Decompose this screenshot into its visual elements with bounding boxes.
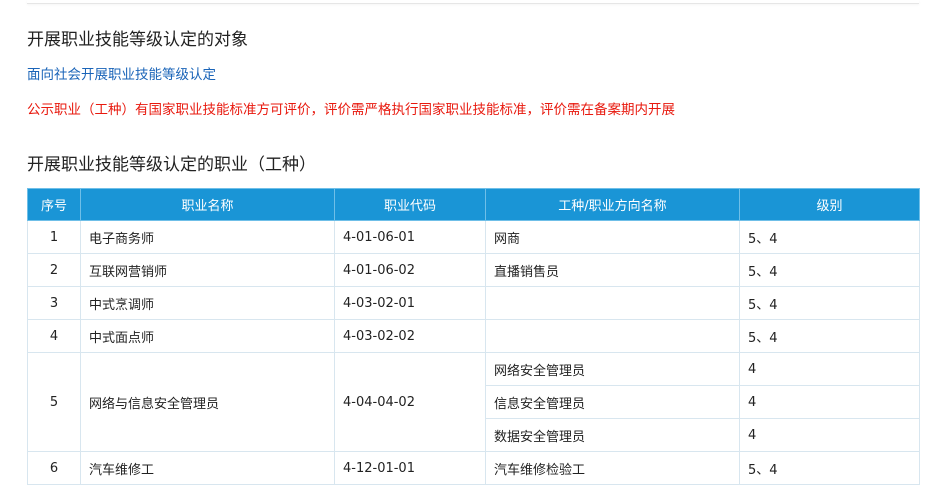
table-row: 6 汽车维修工 4-12-01-01 汽车维修检验工 5、4 — [27, 451, 920, 485]
skill-level: 4 — [739, 385, 920, 419]
occupation-code: 4-01-06-02 — [334, 253, 486, 287]
table-row: 4 中式面点师 4-03-02-02 5、4 — [27, 319, 920, 353]
row-number: 6 — [27, 451, 81, 485]
skill-level: 5、4 — [739, 220, 920, 254]
skill-level: 4 — [739, 418, 920, 452]
occupation-name: 网络与信息安全管理员 — [80, 352, 335, 452]
header-no: 序号 — [27, 188, 81, 221]
job-type — [485, 286, 740, 320]
job-type: 信息安全管理员 — [485, 385, 740, 419]
occupation-code: 4-01-06-01 — [334, 220, 486, 254]
skill-level: 5、4 — [739, 319, 920, 353]
row-number: 5 — [27, 352, 81, 452]
occupation-name: 中式面点师 — [80, 319, 335, 353]
skill-level: 4 — [739, 352, 920, 386]
table-row: 5 网络与信息安全管理员 4-04-04-02 网络安全管理员 4 — [27, 352, 920, 452]
evaluation-notice: 公示职业（工种）有国家职业技能标准方可评价，评价需严格执行国家职业技能标准，评价… — [27, 102, 675, 118]
target-link[interactable]: 面向社会开展职业技能等级认定 — [27, 63, 216, 83]
job-type: 汽车维修检验工 — [485, 451, 740, 485]
occupation-name: 电子商务师 — [80, 220, 335, 254]
skill-level: 5、4 — [739, 451, 920, 485]
occupation-code: 4-03-02-01 — [334, 286, 486, 320]
header-type: 工种/职业方向名称 — [485, 188, 740, 221]
job-type — [485, 319, 740, 353]
row-number: 1 — [27, 220, 81, 254]
occupation-code: 4-12-01-01 — [334, 451, 486, 485]
header-name: 职业名称 — [80, 188, 335, 221]
row-number: 3 — [27, 286, 81, 320]
table-header-row: 序号 职业名称 职业代码 工种/职业方向名称 级别 — [27, 188, 920, 221]
skill-level: 5、4 — [739, 253, 920, 287]
table-row: 1 电子商务师 4-01-06-01 网商 5、4 — [27, 220, 920, 254]
occupation-name: 互联网营销师 — [80, 253, 335, 287]
section-title-occupations: 开展职业技能等级认定的职业（工种） — [27, 155, 316, 175]
skill-level: 5、4 — [739, 286, 920, 320]
section-title-targets: 开展职业技能等级认定的对象 — [27, 30, 248, 50]
occupation-name: 汽车维修工 — [80, 451, 335, 485]
table-row: 3 中式烹调师 4-03-02-01 5、4 — [27, 286, 920, 320]
job-type: 网络安全管理员 — [485, 352, 740, 386]
occupation-code: 4-03-02-02 — [334, 319, 486, 353]
row-number: 2 — [27, 253, 81, 287]
header-code: 职业代码 — [334, 188, 486, 221]
job-type: 网商 — [485, 220, 740, 254]
occupation-name: 中式烹调师 — [80, 286, 335, 320]
top-divider — [27, 0, 919, 4]
job-type: 数据安全管理员 — [485, 418, 740, 452]
occupation-code: 4-04-04-02 — [334, 352, 486, 452]
occupation-table: 序号 职业名称 职业代码 工种/职业方向名称 级别 1 电子商务师 4-01-06-… — [27, 188, 920, 485]
table-row: 2 互联网营销师 4-01-06-02 直播销售员 5、4 — [27, 253, 920, 287]
job-type: 直播销售员 — [485, 253, 740, 287]
row-number: 4 — [27, 319, 81, 353]
header-level: 级别 — [739, 188, 920, 221]
